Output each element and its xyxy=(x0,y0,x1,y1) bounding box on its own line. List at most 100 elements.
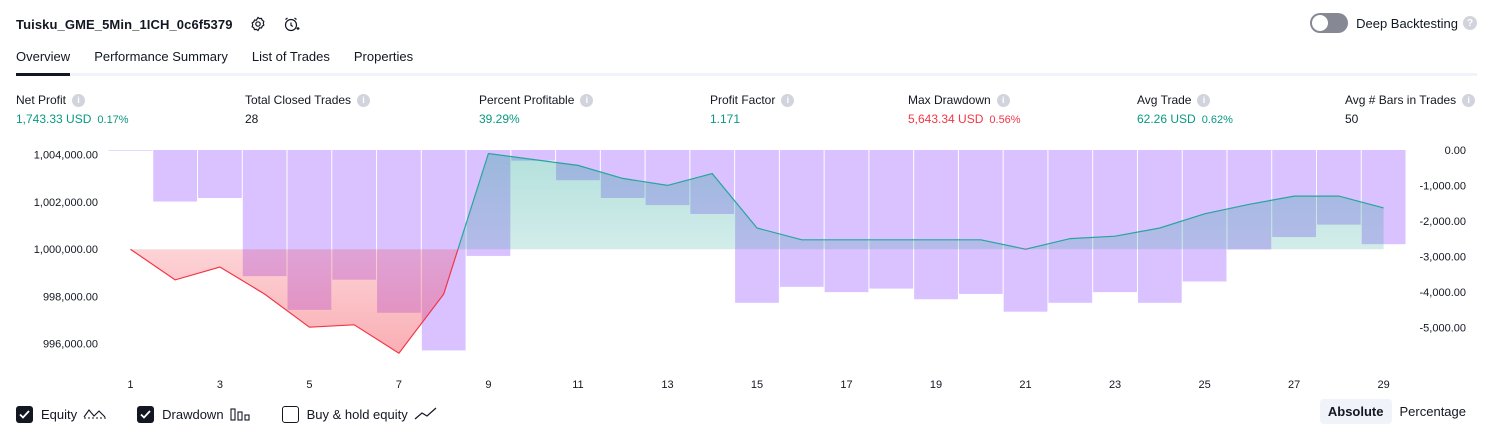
checkbox-unchecked[interactable] xyxy=(281,405,299,423)
metric-percent: 0.17% xyxy=(97,114,129,126)
x-tick-label: 19 xyxy=(930,379,942,391)
drawdown-bars-icon xyxy=(230,407,252,421)
deep-backtesting-control: Deep Backtesting ? xyxy=(1310,13,1477,33)
left-tick-label: 1,002,000.00 xyxy=(34,197,98,209)
x-tick-label: 7 xyxy=(396,379,402,391)
x-tick-label: 27 xyxy=(1288,379,1300,391)
right-tick-label: -3,000.00 xyxy=(1420,252,1466,264)
deep-backtesting-toggle[interactable] xyxy=(1310,13,1349,33)
equity-drawdown-chart[interactable]: 1,004,000.00 1,002,000.00 1,000,000.00 998,… xyxy=(0,140,1494,396)
info-icon[interactable]: i xyxy=(1462,93,1476,107)
checkbox-checked[interactable] xyxy=(137,405,155,423)
metrics-row: Net Profit i 1,743.33 USD 0.17% Total Clos… xyxy=(16,93,1477,133)
metric-percent: 0.56% xyxy=(989,114,1021,126)
chart-legend: Equity Drawdown Buy & hold equity xyxy=(16,404,468,424)
legend-drawdown[interactable]: Drawdown xyxy=(137,405,252,423)
legend-label: Equity xyxy=(41,406,78,422)
help-icon[interactable]: ? xyxy=(1463,16,1477,30)
info-icon[interactable]: i xyxy=(1197,93,1211,107)
tab-performance-summary[interactable]: Performance Summary xyxy=(94,46,228,73)
x-tick-label: 3 xyxy=(217,379,223,391)
right-tick-label: 0.00 xyxy=(1445,145,1466,157)
x-tick-label: 17 xyxy=(840,379,852,391)
metric-value: 39.29% xyxy=(479,112,520,126)
metric-label: Total Closed Trades xyxy=(245,93,352,107)
right-axis-labels: 0.00 -1,000.00 -2,000.00 -3,000.00 -4,000.00… xyxy=(1420,145,1466,335)
drawdown-bar xyxy=(824,150,869,293)
x-tick-label: 1 xyxy=(127,379,133,391)
metric-profit-factor: Profit Factor i 1.171 xyxy=(710,93,795,126)
settings-icon[interactable] xyxy=(249,15,267,33)
checkbox-checked[interactable] xyxy=(16,405,33,423)
right-tick-label: -5,000.00 xyxy=(1420,323,1466,335)
metric-label: Avg Trade xyxy=(1137,93,1192,107)
x-axis-labels: 1 3 5 7 9 11 13 15 17 19 21 23 25 27 29 xyxy=(127,379,1389,391)
x-tick-label: 13 xyxy=(661,379,673,391)
right-tick-label: -4,000.00 xyxy=(1420,287,1466,299)
metric-label: Avg # Bars in Trades xyxy=(1345,93,1457,107)
info-icon[interactable]: i xyxy=(72,93,86,107)
x-tick-label: 23 xyxy=(1109,379,1121,391)
x-tick-label: 15 xyxy=(751,379,763,391)
strategy-title: Tuisku_GME_5Min_1ICH_0c6f5379 xyxy=(16,16,233,32)
metric-total-closed-trades: Total Closed Trades i 28 xyxy=(245,93,371,126)
x-tick-label: 25 xyxy=(1198,379,1210,391)
equity-wave-icon xyxy=(83,407,107,421)
info-icon[interactable]: i xyxy=(781,93,795,107)
metric-avg-bars-in-trades: Avg # Bars in Trades i 50 xyxy=(1345,93,1476,126)
absolute-button[interactable]: Absolute xyxy=(1319,399,1392,424)
x-tick-label: 11 xyxy=(572,379,583,391)
drawdown-bar xyxy=(779,150,824,287)
strategy-header: Tuisku_GME_5Min_1ICH_0c6f5379 xyxy=(16,13,301,35)
x-tick-label: 29 xyxy=(1377,379,1389,391)
drawdown-bar xyxy=(869,150,914,289)
info-icon[interactable]: i xyxy=(580,93,594,107)
metric-label: Percent Profitable xyxy=(479,93,575,107)
drawdown-bar xyxy=(914,150,958,300)
alert-clock-icon[interactable] xyxy=(283,15,301,33)
drawdown-bar xyxy=(153,150,198,202)
toggle-knob xyxy=(1312,15,1329,31)
metric-avg-trade: Avg Trade i 62.26 USD 0.62% xyxy=(1137,93,1233,126)
drawdown-bar xyxy=(1048,150,1093,303)
x-tick-label: 21 xyxy=(1019,379,1031,391)
left-tick-label: 998,000.00 xyxy=(43,291,98,303)
metric-percent-profitable: Percent Profitable i 39.29% xyxy=(479,93,594,126)
x-tick-label: 5 xyxy=(306,379,312,391)
metric-value: 1,743.33 USD xyxy=(16,112,92,126)
right-tick-label: -1,000.00 xyxy=(1420,181,1466,193)
report-tabs: Overview Performance Summary List of Tra… xyxy=(16,46,1477,76)
metric-max-drawdown: Max Drawdown i 5,643.34 USD 0.56% xyxy=(908,93,1021,126)
buy-hold-line-icon xyxy=(414,407,438,421)
metric-label: Net Profit xyxy=(16,93,67,107)
metric-percent: 0.62% xyxy=(1201,114,1233,126)
legend-buy-hold[interactable]: Buy & hold equity xyxy=(281,405,438,423)
left-tick-label: 996,000.00 xyxy=(43,339,98,351)
tab-properties[interactable]: Properties xyxy=(354,46,413,73)
legend-label: Buy & hold equity xyxy=(306,406,408,422)
metric-value: 50 xyxy=(1345,112,1359,126)
metric-value: 28 xyxy=(245,112,259,126)
percentage-button[interactable]: Percentage xyxy=(1392,399,1475,424)
left-tick-label: 1,000,000.00 xyxy=(34,244,98,256)
metric-label: Max Drawdown xyxy=(908,93,991,107)
view-mode-switch: Absolute Percentage xyxy=(1319,399,1475,424)
metric-value: 5,643.34 USD xyxy=(908,112,984,126)
drawdown-bar xyxy=(198,150,242,198)
drawdown-bar xyxy=(958,150,1003,294)
metric-net-profit: Net Profit i 1,743.33 USD 0.17% xyxy=(16,93,129,126)
legend-equity[interactable]: Equity xyxy=(16,405,107,423)
deep-backtesting-label: Deep Backtesting xyxy=(1356,15,1458,31)
tab-list-of-trades[interactable]: List of Trades xyxy=(252,46,330,73)
metric-value: 62.26 USD xyxy=(1137,112,1196,126)
drawdown-bar xyxy=(108,150,153,151)
metric-value: 1.171 xyxy=(710,112,741,126)
tab-overview[interactable]: Overview xyxy=(16,46,71,76)
info-icon[interactable]: i xyxy=(357,93,371,107)
legend-label: Drawdown xyxy=(162,406,224,422)
left-tick-label: 1,004,000.00 xyxy=(34,150,98,162)
x-tick-label: 9 xyxy=(485,379,491,391)
info-icon[interactable]: i xyxy=(996,93,1010,107)
left-axis-labels: 1,004,000.00 1,002,000.00 1,000,000.00 998,… xyxy=(34,150,98,351)
drawdown-bar xyxy=(1003,150,1048,312)
